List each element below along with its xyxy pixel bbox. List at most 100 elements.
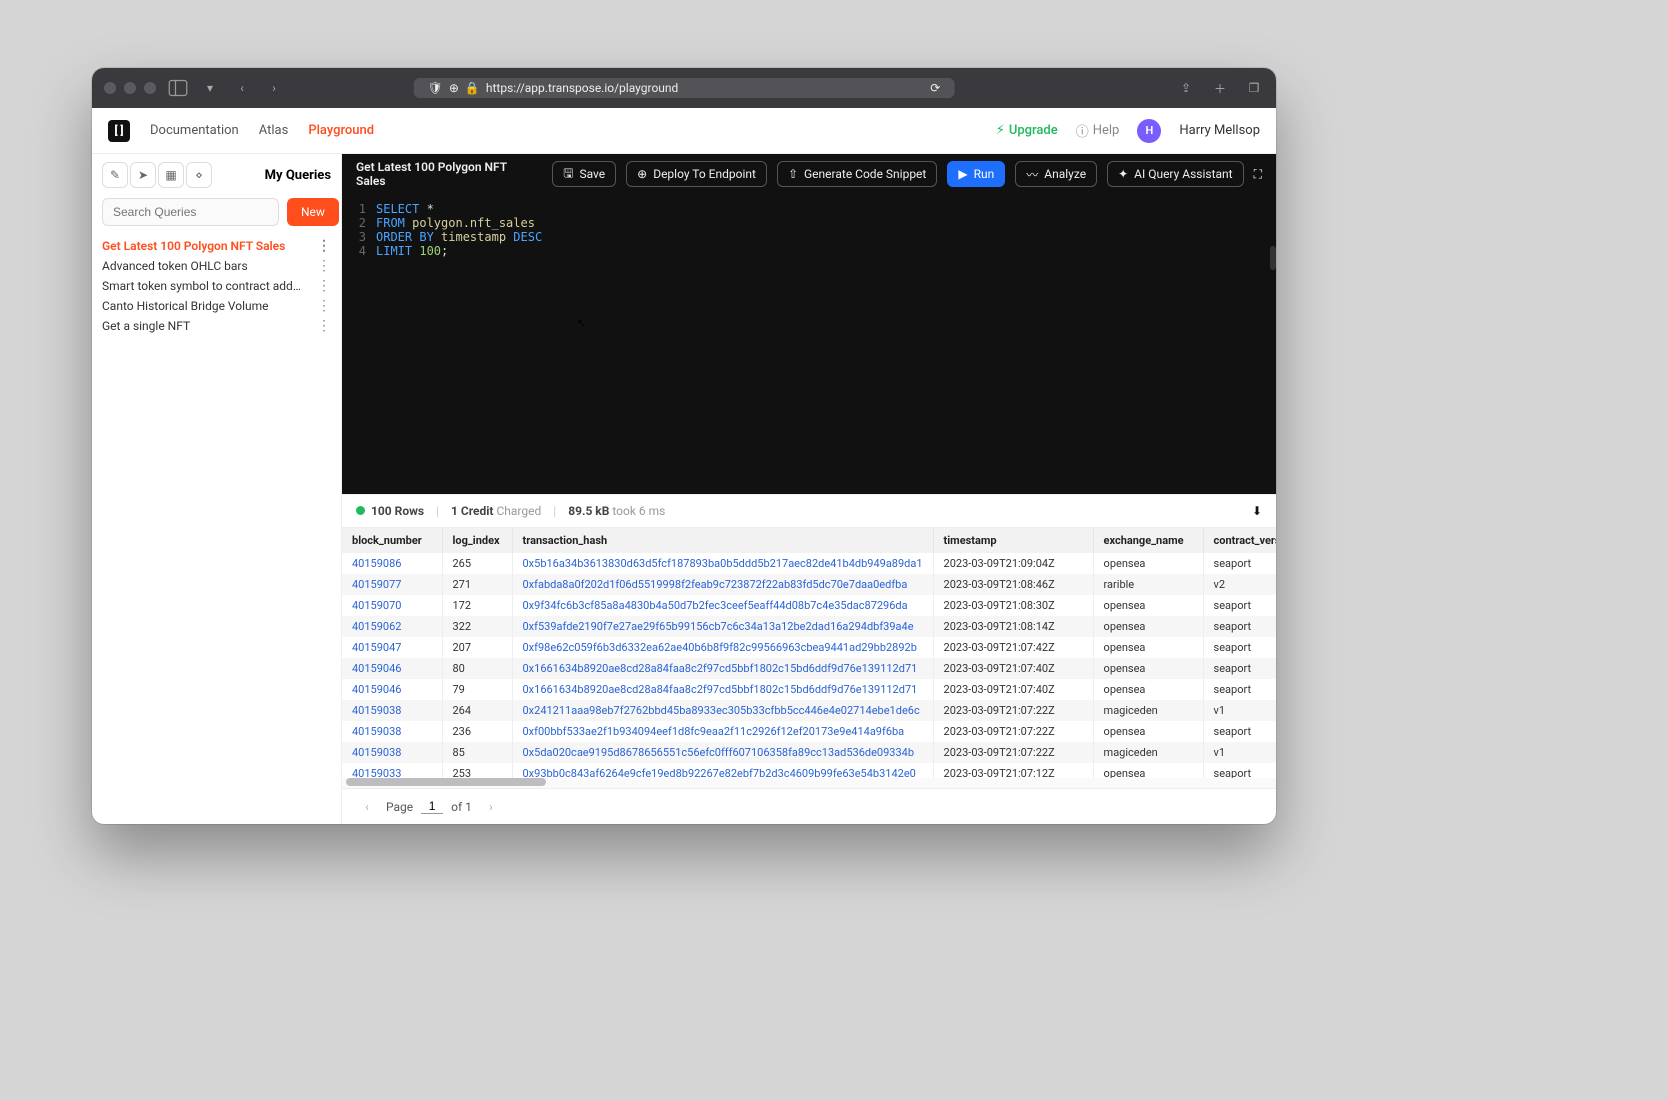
run-button[interactable]: ▶ Run: [947, 161, 1005, 187]
cell-tx-hash[interactable]: 0x5b16a34b3613830d63d5fcf187893ba0b5ddd5…: [512, 553, 933, 574]
more-icon[interactable]: ⋮: [313, 279, 335, 293]
save-button[interactable]: 🖫 Save: [552, 161, 616, 187]
cell-block-number[interactable]: 40159062: [342, 616, 442, 637]
cell-block-number[interactable]: 40159077: [342, 574, 442, 595]
sidebar-tab-deploy[interactable]: ➤: [130, 162, 156, 188]
deploy-button[interactable]: ⊕ Deploy To Endpoint: [626, 161, 767, 187]
sidebar-item-query[interactable]: Get a single NFT⋮: [102, 316, 335, 336]
cell-tx-hash[interactable]: 0xf539afde2190f7e27ae29f65b99156cb7c6c34…: [512, 616, 933, 637]
cell-tx-hash[interactable]: 0xfabda8a0f202d1f06d5519998f2feab9c72387…: [512, 574, 933, 595]
nav-documentation[interactable]: Documentation: [150, 123, 239, 138]
help-link[interactable]: ⓘ Help: [1076, 121, 1120, 140]
chevron-down-icon[interactable]: ▾: [200, 78, 220, 98]
cell-block-number[interactable]: 40159086: [342, 553, 442, 574]
more-icon[interactable]: ⋮: [313, 259, 335, 273]
cell-tx-hash[interactable]: 0x93bb0c843af6264e9cfe19ed8b92267e82ebf7…: [512, 763, 933, 778]
results-table: block_numberlog_indextransaction_hashtim…: [342, 528, 1276, 778]
column-header[interactable]: block_number: [342, 528, 442, 553]
pencil-icon: ✎: [110, 168, 120, 182]
share-icon[interactable]: ⇪: [1176, 78, 1196, 98]
refresh-icon[interactable]: ⟳: [930, 81, 940, 95]
cell-tx-hash[interactable]: 0x9f34fc6b3cf85a8a4830b4a50d7b2fec3ceef5…: [512, 595, 933, 616]
cell-block-number[interactable]: 40159038: [342, 721, 442, 742]
sidebar-tab-code[interactable]: ⋄: [186, 162, 212, 188]
new-tab-icon[interactable]: ＋: [1210, 78, 1230, 98]
table-row[interactable]: 401590382640x241211aaa98eb7f2762bbd45ba8…: [342, 700, 1276, 721]
url-text: https://app.transpose.io/playground: [486, 81, 678, 95]
avatar[interactable]: H: [1137, 119, 1161, 143]
cell-tx-hash[interactable]: 0x241211aaa98eb7f2762bbd45ba8933ec305b33…: [512, 700, 933, 721]
query-label: Canto Historical Bridge Volume: [102, 299, 269, 313]
cell-log-index: 253: [442, 763, 512, 778]
user-name[interactable]: Harry Mellsop: [1179, 123, 1260, 138]
cell-block-number[interactable]: 40159033: [342, 763, 442, 778]
table-row[interactable]: 401590623220xf539afde2190f7e27ae29f65b99…: [342, 616, 1276, 637]
download-button[interactable]: ⬇︎: [1252, 504, 1262, 518]
table-row[interactable]: 40159038850x5da020cae9195d8678656551c56e…: [342, 742, 1276, 763]
brand-logo[interactable]: [ ]: [108, 120, 130, 142]
sidebar-item-query[interactable]: Advanced token OHLC bars⋮: [102, 256, 335, 276]
column-header[interactable]: contract_version: [1203, 528, 1276, 553]
editor-toolbar: Get Latest 100 Polygon NFT Sales 🖫 Save …: [342, 154, 1276, 194]
more-icon[interactable]: ⋮: [313, 319, 335, 333]
cell-tx-hash[interactable]: 0x1661634b8920ae8cd28a84faa8c2f97cd5bbf1…: [512, 658, 933, 679]
sidebar-item-query[interactable]: Get Latest 100 Polygon NFT Sales⋮: [102, 236, 335, 256]
cell-log-index: 79: [442, 679, 512, 700]
assistant-button[interactable]: ✦ AI Query Assistant: [1107, 161, 1244, 187]
scrollbar-handle[interactable]: [1270, 246, 1276, 270]
table-row[interactable]: 401590862650x5b16a34b3613830d63d5fcf1878…: [342, 553, 1276, 574]
cell-timestamp: 2023-03-09T21:08:46Z: [933, 574, 1093, 595]
cell-block-number[interactable]: 40159038: [342, 742, 442, 763]
table-row[interactable]: 40159046800x1661634b8920ae8cd28a84faa8c2…: [342, 658, 1276, 679]
nav-playground[interactable]: Playground: [308, 123, 374, 138]
url-bar[interactable]: 🛡 ⊕ 🔒 https://app.transpose.io/playgroun…: [414, 78, 955, 98]
table-row[interactable]: 401590772710xfabda8a0f202d1f06d5519998f2…: [342, 574, 1276, 595]
sidebar-toggle-icon[interactable]: [168, 78, 188, 98]
kw-select: SELECT: [376, 202, 419, 216]
cell-tx-hash[interactable]: 0xf98e62c059f6b3d6332ea62ae40b6b8f9f82c9…: [512, 637, 933, 658]
cell-tx-hash[interactable]: 0xf00bbf533ae2f1b934094eef1d8fc9eaa2f11c…: [512, 721, 933, 742]
table-row[interactable]: 401590332530x93bb0c843af6264e9cfe19ed8b9…: [342, 763, 1276, 778]
column-header[interactable]: log_index: [442, 528, 512, 553]
forward-icon[interactable]: ›: [264, 78, 284, 98]
sidebar-item-query[interactable]: Canto Historical Bridge Volume ⋮: [102, 296, 335, 316]
sidebar-tab-compose[interactable]: ✎: [102, 162, 128, 188]
snippet-button[interactable]: ⇧ Generate Code Snippet: [777, 161, 937, 187]
cell-block-number[interactable]: 40159047: [342, 637, 442, 658]
back-icon[interactable]: ‹: [232, 78, 252, 98]
cell-block-number[interactable]: 40159038: [342, 700, 442, 721]
analyze-button[interactable]: 〰 Analyze: [1015, 161, 1097, 187]
table-row[interactable]: 40159046790x1661634b8920ae8cd28a84faa8c2…: [342, 679, 1276, 700]
cell-tx-hash[interactable]: 0x5da020cae9195d8678656551c56efc0fff6071…: [512, 742, 933, 763]
maximize-icon[interactable]: [144, 82, 156, 94]
cell-contract-version: seaport: [1203, 721, 1276, 742]
sql-editor[interactable]: 1SELECT * 2FROM polygon.nft_sales 3ORDER…: [342, 194, 1276, 494]
column-header[interactable]: transaction_hash: [512, 528, 933, 553]
cell-block-number[interactable]: 40159046: [342, 679, 442, 700]
column-header[interactable]: exchange_name: [1093, 528, 1203, 553]
expand-icon[interactable]: ⛶: [1254, 167, 1262, 182]
results-table-wrap[interactable]: block_numberlog_indextransaction_hashtim…: [342, 528, 1276, 778]
table-row[interactable]: 401590382360xf00bbf533ae2f1b934094eef1d8…: [342, 721, 1276, 742]
sidebar-tab-grid[interactable]: ▦: [158, 162, 184, 188]
minimize-icon[interactable]: [124, 82, 136, 94]
more-icon[interactable]: ⋮: [313, 299, 335, 313]
cell-block-number[interactable]: 40159070: [342, 595, 442, 616]
table-row[interactable]: 401590701720x9f34fc6b3cf85a8a4830b4a50d7…: [342, 595, 1276, 616]
column-header[interactable]: timestamp: [933, 528, 1093, 553]
upgrade-link[interactable]: ⚡︎ Upgrade: [996, 123, 1058, 138]
pager-prev[interactable]: ‹: [356, 796, 378, 818]
tabs-icon[interactable]: ❐: [1244, 78, 1264, 98]
nav-atlas[interactable]: Atlas: [259, 123, 289, 138]
table-row[interactable]: 401590472070xf98e62c059f6b3d6332ea62ae40…: [342, 637, 1276, 658]
new-query-button[interactable]: New: [287, 198, 339, 226]
horizontal-scrollbar[interactable]: [342, 778, 1276, 788]
pager-current-input[interactable]: [421, 799, 443, 814]
search-input[interactable]: [102, 198, 279, 226]
sidebar-item-query[interactable]: Smart token symbol to contract addr…⋮: [102, 276, 335, 296]
pager-next[interactable]: ›: [480, 796, 502, 818]
close-icon[interactable]: [104, 82, 116, 94]
cell-tx-hash[interactable]: 0x1661634b8920ae8cd28a84faa8c2f97cd5bbf1…: [512, 679, 933, 700]
more-icon[interactable]: ⋮: [313, 239, 335, 253]
cell-block-number[interactable]: 40159046: [342, 658, 442, 679]
